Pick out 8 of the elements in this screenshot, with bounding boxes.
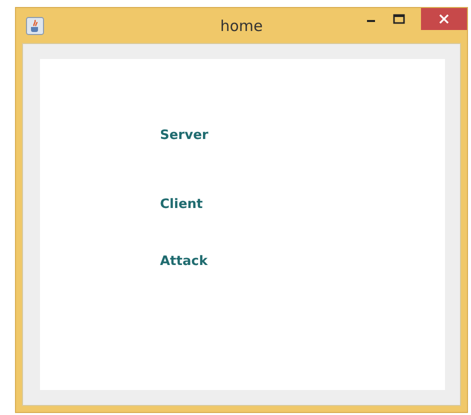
window-title: home [220, 16, 263, 34]
menu-label[interactable]: Server [160, 128, 208, 143]
maximize-icon [393, 14, 405, 24]
cup-icon [26, 16, 44, 34]
close-icon [438, 13, 450, 25]
close-button[interactable] [421, 8, 467, 30]
menu-label[interactable]: Attack [160, 254, 208, 269]
menu-label[interactable]: Client [160, 197, 203, 212]
